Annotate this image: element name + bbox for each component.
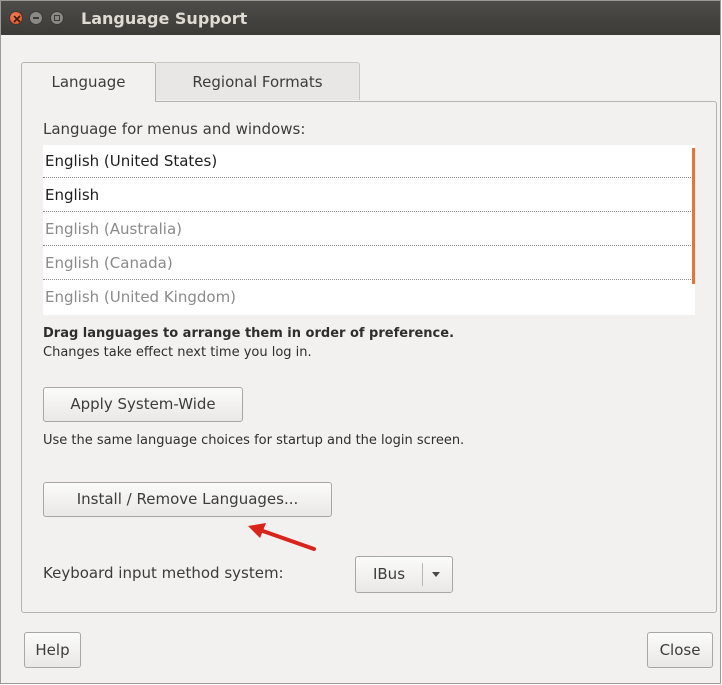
select-divider [422, 563, 423, 586]
close-button[interactable]: Close [647, 632, 713, 668]
title-bar[interactable]: Language Support [1, 1, 720, 35]
drag-hint-text: Drag languages to arrange them in order … [43, 326, 455, 341]
install-remove-languages-button[interactable]: Install / Remove Languages... [43, 482, 332, 517]
window-title: Language Support [81, 9, 248, 28]
tab-regional-formats[interactable]: Regional Formats [156, 62, 360, 100]
keyboard-input-method-select[interactable]: IBus [355, 556, 453, 593]
apply-hint-text: Use the same language choices for startu… [43, 433, 465, 448]
help-button[interactable]: Help [24, 632, 81, 668]
list-scroll-indicator[interactable] [692, 148, 695, 284]
changes-hint-text: Changes take effect next time you log in… [43, 345, 312, 360]
close-window-icon[interactable] [9, 11, 23, 25]
language-list[interactable]: English (United States) English English … [43, 145, 695, 315]
language-item[interactable]: English [43, 179, 691, 212]
language-item[interactable]: English (United Kingdom) [43, 281, 691, 314]
keyboard-input-label: Keyboard input method system: [43, 564, 284, 582]
language-item[interactable]: English (Australia) [43, 213, 691, 246]
annotation-arrow-icon [248, 523, 316, 551]
maximize-window-icon[interactable] [50, 11, 64, 25]
apply-system-wide-button[interactable]: Apply System-Wide [43, 387, 243, 422]
language-list-label: Language for menus and windows: [43, 120, 306, 138]
tab-language[interactable]: Language [21, 62, 156, 102]
chevron-down-icon [432, 572, 440, 577]
keyboard-input-method-value: IBus [372, 565, 406, 583]
language-item[interactable]: English (Canada) [43, 247, 691, 280]
language-item[interactable]: English (United States) [43, 145, 691, 178]
minimize-window-icon[interactable] [29, 11, 43, 25]
